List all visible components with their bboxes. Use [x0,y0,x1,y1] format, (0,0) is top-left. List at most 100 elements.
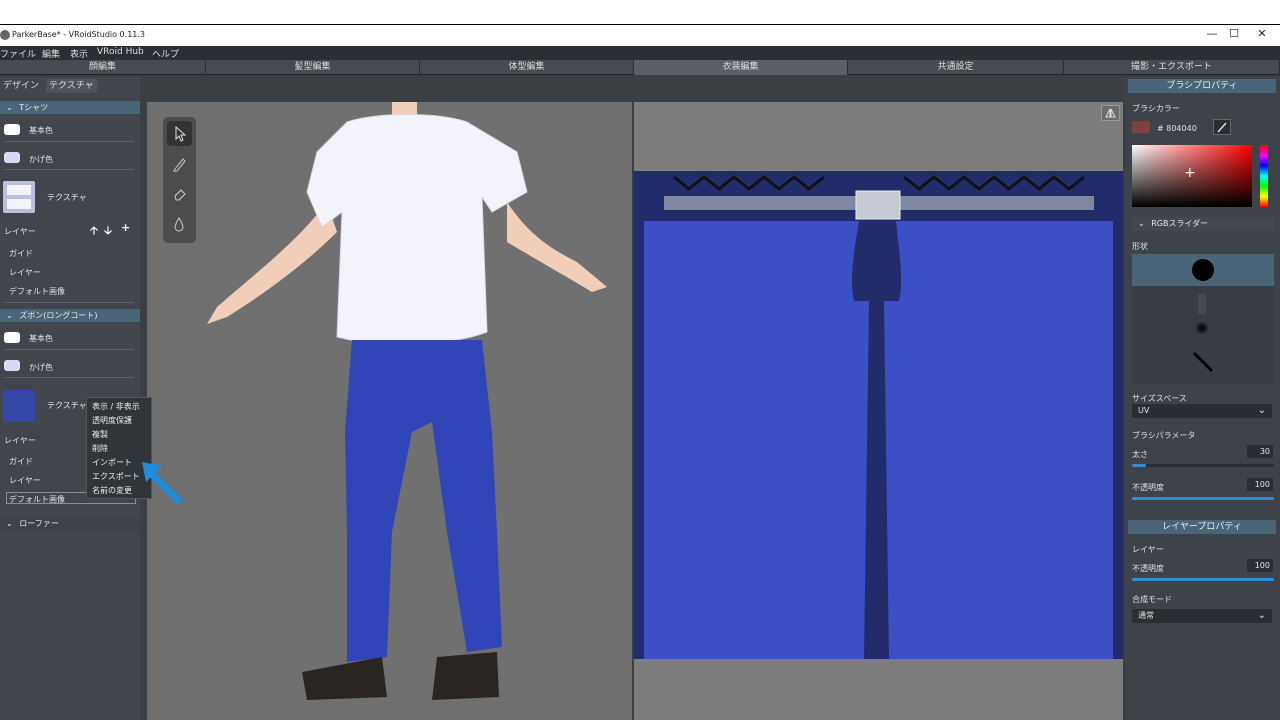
chevron-down-icon: ⌄ [1257,405,1266,416]
tab-face-edit[interactable]: 顔編集 [0,60,206,75]
layer-label: レイヤー [1132,545,1164,554]
blend-mode-select[interactable]: 通常 ⌄ [1132,609,1272,623]
thickness-slider-fill [1132,464,1147,467]
brush-color-label: ブラシカラー [1132,104,1180,113]
opacity-input[interactable]: 100 [1247,478,1273,491]
layer-opacity-slider-fill [1132,578,1274,581]
divider [4,141,134,142]
view-toggle-button[interactable] [1101,105,1120,121]
menu-vroid-hub[interactable]: VRoid Hub [97,47,144,57]
annotation-arrow-icon [142,462,182,504]
texture-label: テクスチャ [47,401,87,410]
pants-uv-texture [634,171,1123,659]
tab-body-edit[interactable]: 体型編集 [420,60,634,75]
tshirt-icon [7,185,31,209]
base-color-swatch[interactable] [4,332,20,343]
menu-file[interactable]: ファイル [0,47,36,60]
avatar-model [207,102,607,700]
section-title: ローファー [19,519,59,528]
layer-up-button[interactable]: 🡡 [90,222,98,241]
menu-bar: ファイル 編集 表示 VRoid Hub ヘルプ [0,46,1280,60]
texture-canvas[interactable] [634,102,1123,720]
menu-item-duplicate[interactable]: 複製 [92,429,108,440]
base-color-swatch[interactable] [4,124,20,135]
layer-item-guide[interactable]: ガイド [9,248,33,259]
brush-shape-round-selected[interactable] [1132,254,1274,286]
square-brush-icon[interactable] [1198,294,1206,314]
uv-texture-image [634,171,1123,659]
round-brush-icon [1192,259,1214,281]
mode-tabs: 顔編集 髪型編集 体型編集 衣装編集 共通設定 撮影・エクスポート [0,60,1280,75]
menu-item-import[interactable]: インポート [92,457,132,468]
thickness-slider-track[interactable] [1132,464,1274,467]
section-tshirt-header[interactable]: ⌄ Tシャツ [0,101,140,114]
shade-color-swatch[interactable] [4,360,20,371]
layer-item-guide[interactable]: ガイド [9,456,33,467]
hue-slider[interactable] [1260,145,1268,207]
color-picker-field[interactable]: + [1132,145,1252,207]
blend-mode-value: 通常 [1138,611,1154,620]
tab-design[interactable]: デザイン [0,79,42,93]
shape-label: 形状 [1132,242,1148,251]
tab-photo-export[interactable]: 撮影・エクスポート [1064,60,1280,75]
menu-item-delete[interactable]: 削除 [92,443,108,454]
layer-item-layer[interactable]: レイヤー [9,267,41,278]
thickness-input[interactable]: 30 [1247,445,1273,458]
shade-color-swatch[interactable] [4,152,20,163]
layer-item-default-image[interactable]: デフォルト画像 [9,494,65,505]
layer-item-layer[interactable]: レイヤー [9,475,41,486]
base-color-label: 基本色 [29,334,53,343]
tshirt-texture-thumbnail[interactable] [3,181,35,213]
model-viewport[interactable] [147,102,632,720]
texture-label: テクスチャ [47,193,87,202]
menu-item-lock-transparency[interactable]: 透明度保護 [92,415,132,426]
app-window: ParkerBase* - VRoidStudio 0.11.3 — ☐ ✕ フ… [0,24,1280,720]
pants-texture-thumbnail[interactable] [3,390,35,422]
minimize-button[interactable]: — [1202,27,1222,43]
menu-item-toggle-visibility[interactable]: 表示 / 非表示 [92,401,140,412]
base-color-label: 基本色 [29,126,53,135]
eyedropper-icon [1217,122,1227,133]
layer-item-default-image[interactable]: デフォルト画像 [9,286,65,297]
menu-help[interactable]: ヘルプ [152,47,179,60]
layer-properties-header: レイヤープロパティ [1128,520,1276,534]
rgb-slider-label: RGBスライダー [1151,219,1209,228]
opacity-slider-fill [1132,497,1274,500]
tab-hair-edit[interactable]: 髪型編集 [206,60,420,75]
divider [4,377,134,378]
tab-outfit-edit[interactable]: 衣装編集 [634,60,848,75]
title-bar: ParkerBase* - VRoidStudio 0.11.3 — ☐ ✕ [0,24,1280,46]
menu-item-export[interactable]: エクスポート [92,471,140,482]
chevron-down-icon: ⌄ [6,519,13,528]
add-layer-button[interactable]: + [121,221,130,234]
menu-item-rename[interactable]: 名前の変更 [92,485,132,496]
section-loafer-header[interactable]: ⌄ ローファー [0,517,140,530]
brush-color-hex[interactable]: # 804040 [1157,124,1197,133]
tab-texture[interactable]: テクスチャ [46,79,97,93]
shade-color-label: かげ色 [29,155,53,164]
layer-down-button[interactable]: 🡣 [104,222,112,241]
section-title: ズボン(ロングコート) [19,311,98,320]
layer-opacity-label: 不透明度 [1132,564,1164,573]
brush-shape-list [1132,254,1274,384]
layer-label: レイヤー [4,227,36,236]
brush-color-swatch[interactable] [1132,121,1150,133]
layer-opacity-input[interactable]: 100 [1247,559,1273,572]
menu-edit[interactable]: 編集 [42,47,60,60]
eyedropper-button[interactable] [1213,119,1231,135]
maximize-button[interactable]: ☐ [1224,27,1244,43]
section-pants-header[interactable]: ⌄ ズボン(ロングコート) [0,309,140,322]
divider [4,169,134,170]
size-space-value: UV [1138,406,1150,415]
soft-brush-icon[interactable] [1196,322,1208,334]
tab-common-settings[interactable]: 共通設定 [848,60,1064,75]
size-space-label: サイズスペース [1132,394,1187,403]
brush-properties-panel: ブラシプロパティ ブラシカラー # 804040 + ⌄ RGBスライダー 形状… [1125,77,1280,720]
close-button[interactable]: ✕ [1252,27,1272,43]
rgb-slider-toggle[interactable]: ⌄ RGBスライダー [1132,217,1274,231]
line-brush-icon[interactable] [1190,349,1216,375]
menu-view[interactable]: 表示 [70,47,88,60]
brush-properties-header: ブラシプロパティ [1128,79,1276,93]
size-space-select[interactable]: UV ⌄ [1132,404,1272,418]
thickness-label: 太さ [1132,450,1148,459]
